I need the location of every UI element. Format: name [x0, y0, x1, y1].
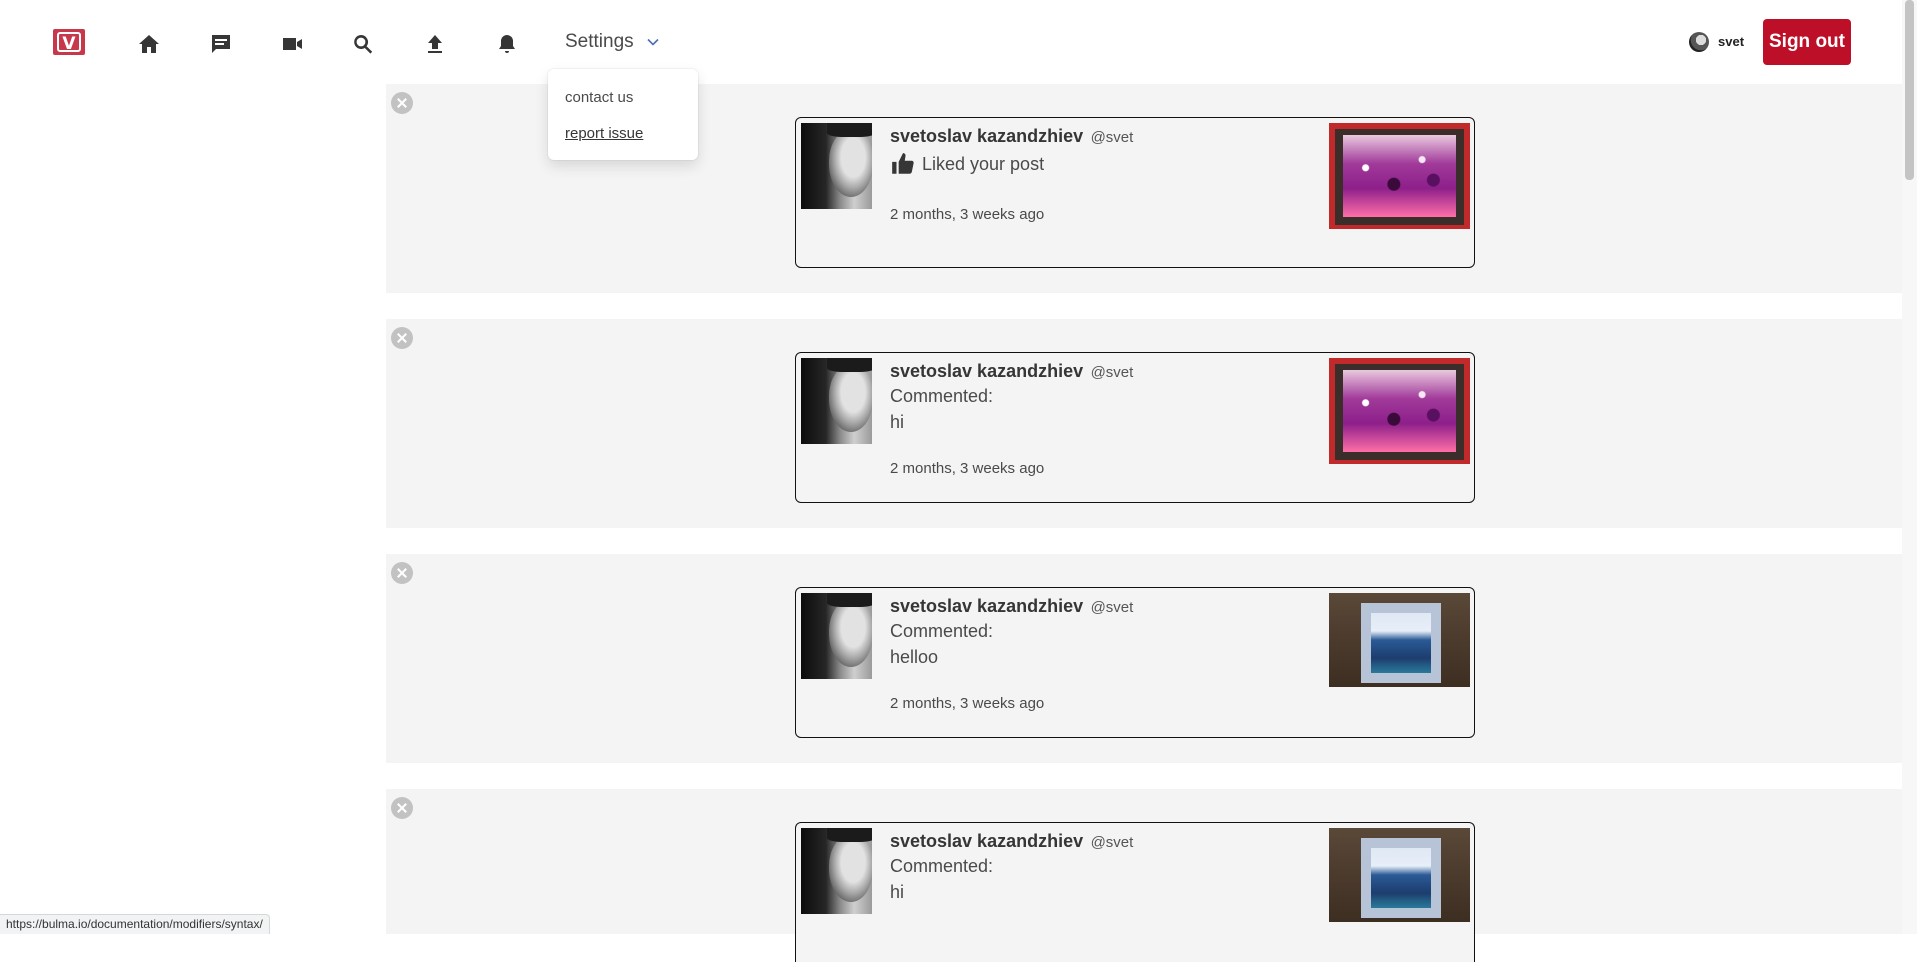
notification-action: Liked your post: [890, 151, 1044, 177]
avatar[interactable]: [801, 828, 872, 914]
logo-icon[interactable]: V: [53, 29, 85, 55]
timestamp: 2 months, 3 weeks ago: [890, 695, 1045, 712]
author-name[interactable]: svetoslav kazandzhiev: [890, 126, 1083, 146]
video-icon[interactable]: [280, 32, 304, 56]
user-avatar[interactable]: [1689, 32, 1709, 52]
top-navbar: V Settings svet Sign out: [0, 0, 1917, 84]
dismiss-icon[interactable]: [391, 797, 413, 819]
notification-action: Commented:: [890, 621, 993, 642]
action-text: Commented:: [890, 621, 994, 641]
comment-text: hi: [890, 412, 905, 432]
search-icon[interactable]: [351, 32, 375, 56]
logo-letter: V: [57, 32, 81, 54]
avatar[interactable]: [801, 593, 872, 679]
author-line: svetoslav kazandzhiev @svet: [890, 126, 1133, 147]
notification-row: svetoslav kazandzhiev @svet Commented: h…: [386, 554, 1902, 763]
action-text: Commented:: [890, 856, 994, 876]
settings-dropdown: contact us report issue: [548, 69, 698, 160]
comment-text: hi: [890, 882, 905, 902]
notification-row: svetoslav kazandzhiev @svet Commented: h…: [386, 319, 1902, 528]
upload-icon[interactable]: [423, 32, 447, 56]
timestamp: 2 months, 3 weeks ago: [890, 460, 1045, 477]
notification-action: Commented:: [890, 856, 993, 877]
author-line: svetoslav kazandzhiev @svet: [890, 831, 1133, 852]
contact-us-link[interactable]: contact us: [565, 89, 633, 106]
comment-text: helloo: [890, 647, 939, 667]
author-line: svetoslav kazandzhiev @svet: [890, 596, 1133, 617]
scrollbar-thumb[interactable]: [1905, 0, 1914, 180]
post-thumbnail[interactable]: [1329, 828, 1470, 922]
report-issue-link[interactable]: report issue: [565, 125, 643, 142]
post-thumbnail[interactable]: [1329, 593, 1470, 687]
notification-action: Commented:: [890, 386, 993, 407]
messages-icon[interactable]: [209, 32, 233, 56]
link-status-bar: https://bulma.io/documentation/modifiers…: [0, 914, 270, 934]
user-name[interactable]: svet: [1718, 34, 1744, 49]
post-thumbnail[interactable]: [1329, 358, 1470, 464]
author-line: svetoslav kazandzhiev @svet: [890, 361, 1133, 382]
notification-card[interactable]: svetoslav kazandzhiev @svet Commented: h…: [795, 822, 1475, 962]
thumbs-up-icon: [892, 153, 914, 174]
sign-out-button[interactable]: Sign out: [1763, 19, 1851, 65]
bell-icon[interactable]: [495, 32, 519, 56]
author-handle: @svet: [1090, 599, 1134, 616]
author-name[interactable]: svetoslav kazandzhiev: [890, 361, 1083, 381]
settings-menu[interactable]: Settings: [565, 29, 660, 55]
action-text: Commented:: [890, 386, 994, 406]
dismiss-icon[interactable]: [391, 562, 413, 584]
dismiss-icon[interactable]: [391, 327, 413, 349]
notification-row: svetoslav kazandzhiev @svet Commented: h…: [386, 789, 1902, 962]
post-thumbnail[interactable]: [1329, 123, 1470, 229]
author-handle: @svet: [1090, 834, 1134, 851]
settings-label: Settings: [565, 31, 634, 52]
scrollbar[interactable]: [1902, 0, 1917, 934]
avatar[interactable]: [801, 358, 872, 444]
author-name[interactable]: svetoslav kazandzhiev: [890, 596, 1083, 616]
author-handle: @svet: [1090, 129, 1134, 146]
author-name[interactable]: svetoslav kazandzhiev: [890, 831, 1083, 851]
avatar[interactable]: [801, 123, 872, 209]
author-handle: @svet: [1090, 364, 1134, 381]
notification-card[interactable]: svetoslav kazandzhiev @svet Commented: h…: [795, 352, 1475, 503]
notification-card[interactable]: svetoslav kazandzhiev @svet Liked your p…: [795, 117, 1475, 268]
notification-card[interactable]: svetoslav kazandzhiev @svet Commented: h…: [795, 587, 1475, 738]
chevron-down-icon: [647, 38, 659, 46]
home-icon[interactable]: [137, 32, 161, 56]
dismiss-icon[interactable]: [391, 92, 413, 114]
action-text: Liked your post: [922, 153, 1045, 174]
timestamp: 2 months, 3 weeks ago: [890, 206, 1045, 223]
